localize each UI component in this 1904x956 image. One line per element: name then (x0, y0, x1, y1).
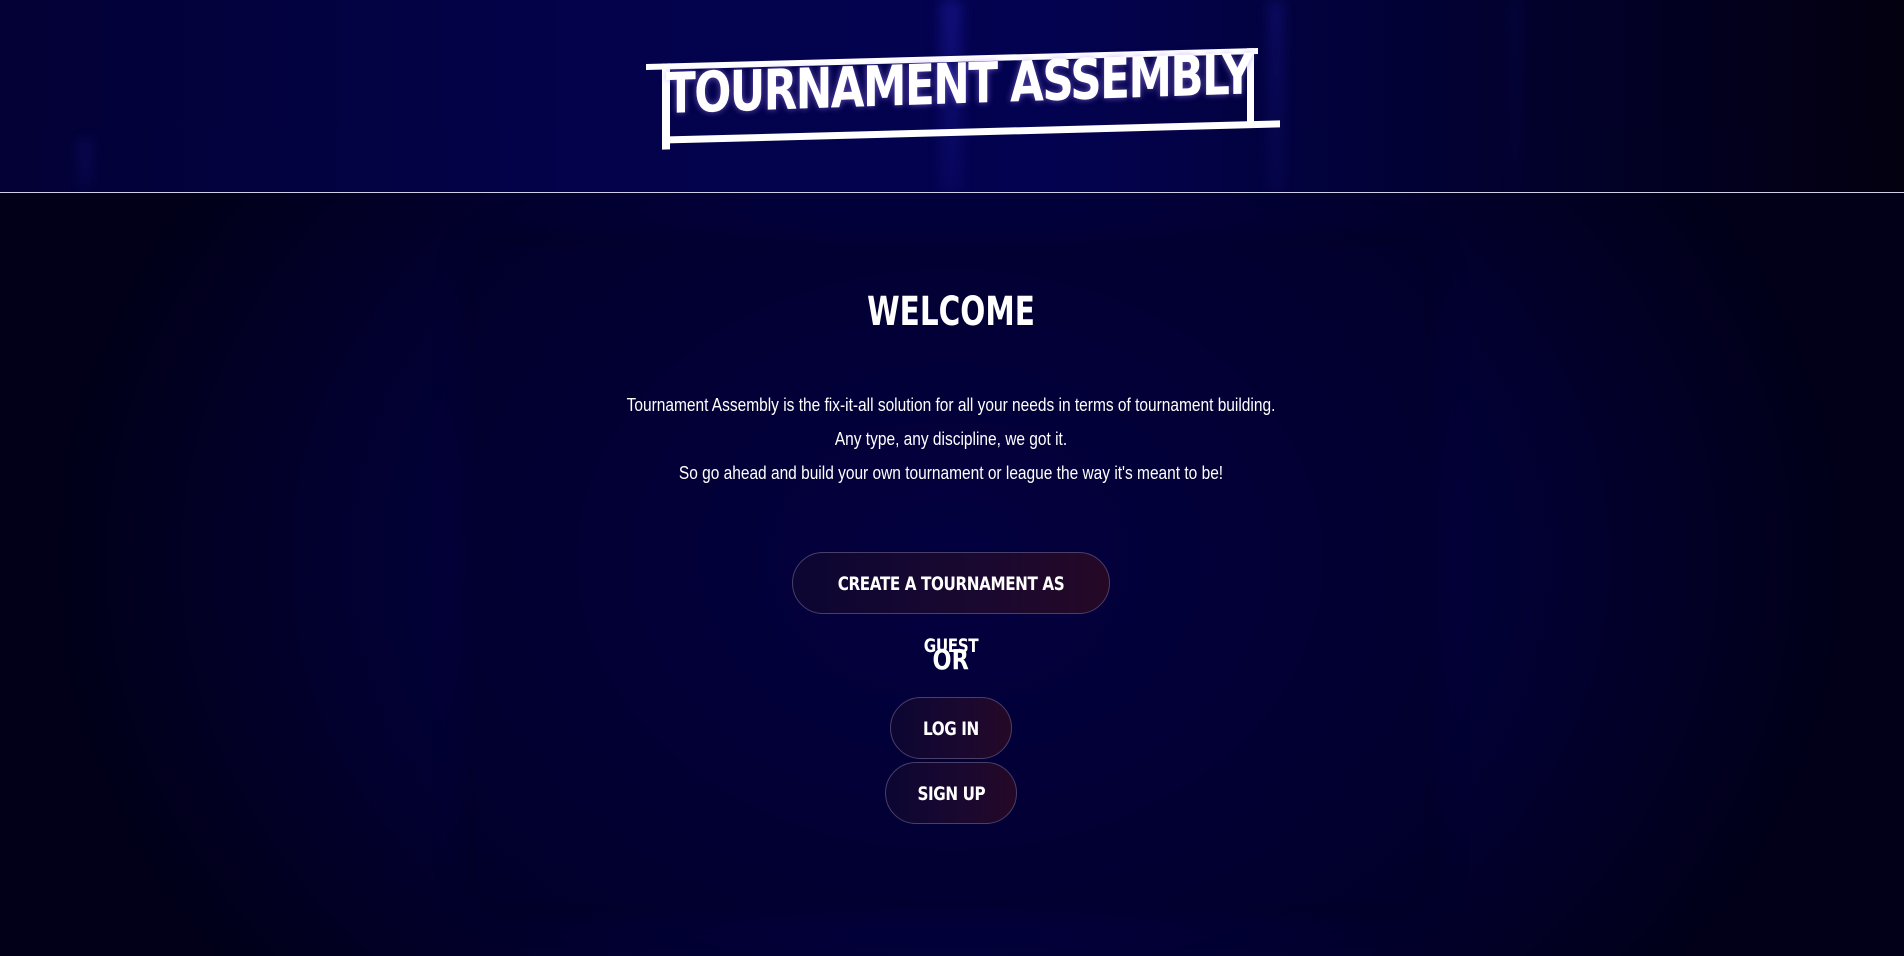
description-line: Any type, any discipline, we got it. (834, 429, 1068, 449)
page: TOURNAMENT ASSEMBLY WELCOME Tournament A… (0, 0, 1904, 956)
create-tournament-guest-button[interactable]: CREATE A TOURNAMENT AS GUEST (792, 552, 1110, 657)
welcome-card: WELCOME Tournament Assembly is the fix-i… (476, 243, 1426, 905)
welcome-description: Tournament Assembly is the fix-it-all so… (476, 388, 1426, 490)
signup-button[interactable]: SIGN UP (885, 762, 1017, 824)
signup-button-label: SIGN UP (917, 783, 985, 805)
description-line: Tournament Assembly is the fix-it-all so… (626, 395, 1276, 415)
light-streak (78, 140, 92, 190)
light-streak (1510, 0, 1520, 192)
or-label: OR (932, 643, 970, 676)
login-button-label: LOG IN (923, 718, 979, 740)
header: TOURNAMENT ASSEMBLY (0, 0, 1904, 193)
description-line: So go ahead and build your own tournamen… (678, 463, 1224, 483)
site-logo[interactable]: TOURNAMENT ASSEMBLY (640, 42, 1280, 150)
login-button[interactable]: LOG IN (890, 697, 1012, 759)
page-title: WELCOME (867, 289, 1035, 335)
or-separator: OR (476, 642, 1426, 678)
